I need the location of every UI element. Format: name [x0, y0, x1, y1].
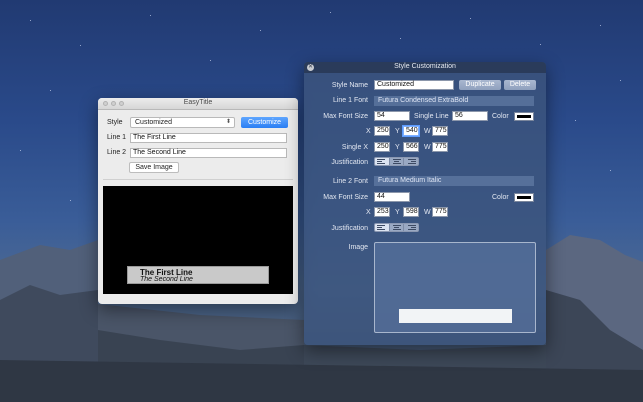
single-y-input[interactable]: 566 [403, 142, 419, 152]
line1-y-input[interactable]: 540 [403, 126, 419, 136]
line2-justification-control[interactable] [374, 223, 419, 232]
line2-input[interactable]: The Second Line [130, 148, 287, 158]
divider [103, 179, 293, 180]
save-image-button[interactable]: Save Image [129, 162, 179, 173]
easytitle-titlebar: EasyTitle [98, 98, 298, 110]
image-well[interactable] [374, 242, 536, 333]
style-label: Style [107, 119, 123, 126]
line2-w-input[interactable]: 775 [432, 207, 448, 217]
window-title: EasyTitle [183, 99, 213, 106]
image-strip-preview [399, 309, 512, 323]
single-w-label: W [424, 144, 431, 151]
panel-titlebar: ✕ Style Customization [304, 62, 546, 73]
line2-color-label: Color [492, 194, 509, 201]
customize-button[interactable]: Customize [241, 117, 288, 128]
caption-strip: The First Line The Second Line [127, 266, 269, 284]
style-name-input[interactable]: Customized [374, 80, 454, 90]
line2-w-label: W [424, 209, 431, 216]
justification-label: Justification [331, 159, 368, 166]
align-left-icon[interactable] [375, 158, 390, 165]
line1-color-label: Color [492, 113, 509, 120]
line1-x-input[interactable]: 250 [374, 126, 390, 136]
line1-max-font-size-input[interactable]: 54 [374, 111, 410, 121]
panel-title: Style Customization [394, 63, 456, 70]
line2-y-input[interactable]: 598 [403, 207, 419, 217]
single-w-input[interactable]: 775 [432, 142, 448, 152]
w-label: W [424, 128, 431, 135]
line2-font-selector[interactable]: Futura Medium Italic [374, 176, 534, 186]
single-line-label: Single Line [414, 113, 449, 120]
style-customization-panel: ✕ Style Customization Style Name Customi… [304, 62, 546, 345]
line2-y-label: Y [395, 209, 400, 216]
single-y-label: Y [395, 144, 400, 151]
chevron-updown-icon: ⬍ [225, 119, 231, 125]
max-font-size-label: Max Font Size [323, 113, 368, 120]
line2-justification-label: Justification [331, 225, 368, 232]
line1-input[interactable]: The First Line [130, 133, 287, 143]
line2-label: Line 2 [107, 149, 127, 156]
style-select-value: Customized [135, 119, 172, 126]
line1-font-selector[interactable]: Futura Condensed ExtraBold [374, 96, 534, 106]
single-x-input[interactable]: 250 [374, 142, 390, 152]
y-label: Y [395, 128, 400, 135]
x-label: X [366, 128, 371, 135]
line2-max-font-size-input[interactable]: 44 [374, 192, 410, 202]
duplicate-button[interactable]: Duplicate [459, 80, 501, 90]
style-select[interactable]: Customized ⬍ [130, 117, 235, 128]
single-line-size-input[interactable]: 56 [452, 111, 488, 121]
align-center-icon[interactable] [390, 224, 405, 231]
style-name-label: Style Name [331, 82, 368, 89]
line1-color-well[interactable] [514, 112, 534, 121]
delete-button[interactable]: Delete [504, 80, 536, 90]
image-label: Image [348, 244, 368, 251]
line2-color-well[interactable] [514, 193, 534, 202]
align-right-icon[interactable] [404, 158, 418, 165]
align-right-icon[interactable] [404, 224, 418, 231]
line2-x-label: X [366, 209, 371, 216]
preview-line2: The Second Line [140, 276, 193, 283]
easytitle-window: EasyTitle Style Customized ⬍ Customize L… [98, 98, 298, 304]
title-preview: The First Line The Second Line [103, 186, 293, 294]
align-left-icon[interactable] [375, 224, 390, 231]
line2-font-label: Line 2 Font [332, 178, 368, 185]
line1-label: Line 1 [107, 134, 127, 141]
line1-font-label: Line 1 Font [332, 97, 368, 104]
line2-x-input[interactable]: 253 [374, 207, 390, 217]
line2-max-font-size-label: Max Font Size [323, 194, 368, 201]
single-x-label: Single X [341, 144, 368, 151]
line1-w-input[interactable]: 775 [432, 126, 448, 136]
line1-justification-control[interactable] [374, 157, 419, 166]
align-center-icon[interactable] [390, 158, 405, 165]
